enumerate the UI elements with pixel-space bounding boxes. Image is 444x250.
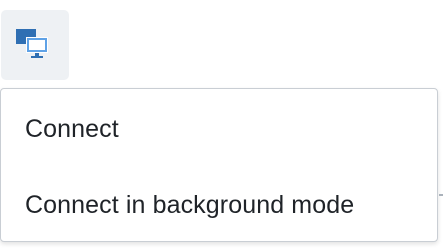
remote-desktop-icon: [16, 29, 48, 58]
divider: [439, 194, 443, 196]
menu-item-connect-background[interactable]: Connect in background mode: [1, 175, 437, 235]
menu-item-label: Connect: [25, 114, 119, 143]
connect-dropdown-menu: Connect Connect in background mode: [0, 88, 438, 242]
connect-toolbar-button[interactable]: [1, 10, 69, 80]
connect-dropdown-view: Connect Connect in background mode: [0, 0, 444, 250]
menu-item-connect[interactable]: Connect: [1, 99, 437, 159]
menu-item-label: Connect in background mode: [25, 190, 355, 219]
